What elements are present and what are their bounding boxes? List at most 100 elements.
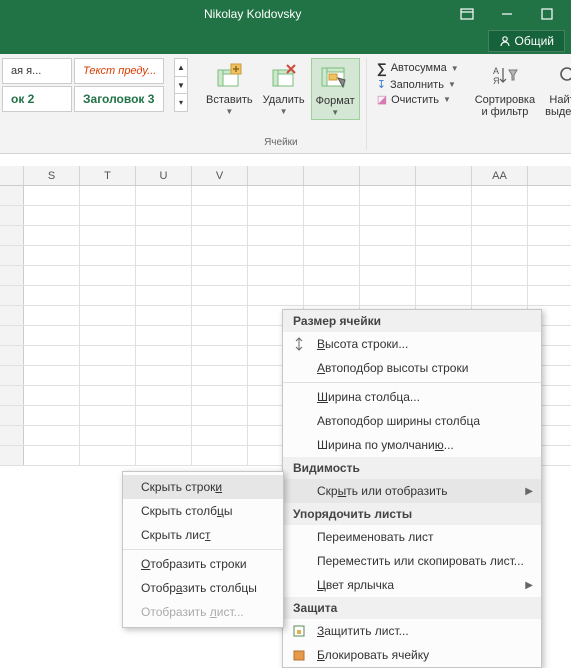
cell[interactable]	[192, 406, 248, 425]
gallery-scroll[interactable]: ▲ ▼ ▾	[174, 58, 188, 112]
cell[interactable]	[360, 206, 416, 225]
cell[interactable]	[248, 206, 304, 225]
share-button[interactable]: Общий	[488, 30, 566, 52]
cell[interactable]	[0, 306, 24, 325]
cell[interactable]	[136, 366, 192, 385]
cell[interactable]	[192, 446, 248, 465]
cell[interactable]	[80, 426, 136, 445]
cell[interactable]	[80, 366, 136, 385]
fill-button[interactable]: ↧ Заполнить ▼	[377, 78, 459, 91]
autofit-col-item[interactable]: Автоподбор ширины столбца	[283, 409, 541, 433]
col-header[interactable]: AA	[472, 166, 528, 185]
grid-row[interactable]	[0, 206, 571, 226]
unhide-cols-item[interactable]: Отобразить столбцы	[123, 576, 283, 600]
cell[interactable]	[304, 186, 360, 205]
cell[interactable]	[136, 446, 192, 465]
col-header[interactable]: V	[192, 166, 248, 185]
cell[interactable]	[304, 226, 360, 245]
cell[interactable]	[136, 386, 192, 405]
find-select-button[interactable]: Найти и выделить	[541, 58, 571, 120]
cell[interactable]	[24, 206, 80, 225]
cell[interactable]	[304, 266, 360, 285]
hide-unhide-item[interactable]: Скрыть или отобразить ▶	[283, 479, 541, 503]
cell[interactable]	[0, 226, 24, 245]
cell[interactable]	[248, 246, 304, 265]
cell[interactable]	[24, 286, 80, 305]
cell[interactable]	[24, 366, 80, 385]
cell[interactable]	[416, 286, 472, 305]
col-header[interactable]	[248, 166, 304, 185]
move-copy-sheet-item[interactable]: Переместить или скопировать лист...	[283, 549, 541, 573]
cell[interactable]	[360, 246, 416, 265]
cell[interactable]	[80, 266, 136, 285]
cell[interactable]	[136, 426, 192, 445]
cell[interactable]	[192, 346, 248, 365]
cell[interactable]	[0, 426, 24, 445]
style-item[interactable]: Текст преду...	[74, 58, 164, 84]
cell[interactable]	[136, 346, 192, 365]
cell[interactable]	[136, 246, 192, 265]
cell[interactable]	[80, 326, 136, 345]
cell[interactable]	[248, 186, 304, 205]
col-width-item[interactable]: Ширина столбца...	[283, 385, 541, 409]
grid-row[interactable]	[0, 246, 571, 266]
cell[interactable]	[24, 426, 80, 445]
cell[interactable]	[24, 226, 80, 245]
cell[interactable]	[24, 186, 80, 205]
cell[interactable]	[80, 386, 136, 405]
autofit-row-item[interactable]: Автоподбор высоты строки	[283, 356, 541, 380]
col-header[interactable]	[416, 166, 472, 185]
cell[interactable]	[304, 246, 360, 265]
grid-row[interactable]	[0, 286, 571, 306]
col-header[interactable]: U	[136, 166, 192, 185]
grid-row[interactable]	[0, 226, 571, 246]
rename-sheet-item[interactable]: Переименовать лист	[283, 525, 541, 549]
cell[interactable]	[360, 286, 416, 305]
cell[interactable]	[136, 286, 192, 305]
cell[interactable]	[136, 306, 192, 325]
cell[interactable]	[248, 286, 304, 305]
style-item[interactable]: ая я...	[2, 58, 72, 84]
cell[interactable]	[80, 286, 136, 305]
row-height-item[interactable]: Высота строки...	[283, 332, 541, 356]
col-header[interactable]: S	[24, 166, 80, 185]
cell[interactable]	[0, 286, 24, 305]
cell[interactable]	[0, 446, 24, 465]
hide-cols-item[interactable]: Скрыть столбцы	[123, 499, 283, 523]
cell[interactable]	[192, 186, 248, 205]
cell[interactable]	[0, 246, 24, 265]
cell[interactable]	[0, 266, 24, 285]
cell[interactable]	[360, 186, 416, 205]
cell[interactable]	[304, 286, 360, 305]
cell[interactable]	[192, 366, 248, 385]
cell[interactable]	[136, 266, 192, 285]
cell[interactable]	[0, 346, 24, 365]
cell[interactable]	[136, 206, 192, 225]
col-header[interactable]	[304, 166, 360, 185]
gallery-up-icon[interactable]: ▲	[175, 59, 187, 77]
cell[interactable]	[192, 266, 248, 285]
protect-sheet-item[interactable]: Защитить лист...	[283, 619, 541, 643]
delete-button[interactable]: Удалить ▼	[259, 58, 309, 120]
cell[interactable]	[24, 246, 80, 265]
clear-button[interactable]: ◪ Очистить ▼	[377, 93, 459, 106]
cell[interactable]	[0, 326, 24, 345]
cell[interactable]	[192, 426, 248, 445]
cell[interactable]	[248, 266, 304, 285]
cell[interactable]	[0, 366, 24, 385]
cell[interactable]	[192, 306, 248, 325]
style-item[interactable]: ок 2	[2, 86, 72, 112]
cell[interactable]	[24, 306, 80, 325]
cell[interactable]	[472, 186, 528, 205]
cell[interactable]	[80, 306, 136, 325]
cell[interactable]	[136, 406, 192, 425]
grid-row[interactable]	[0, 186, 571, 206]
cell[interactable]	[136, 326, 192, 345]
cell[interactable]	[80, 406, 136, 425]
grid-row[interactable]	[0, 266, 571, 286]
cell[interactable]	[80, 346, 136, 365]
cell[interactable]	[80, 246, 136, 265]
ribbon-display-options[interactable]	[447, 0, 487, 28]
cell[interactable]	[80, 226, 136, 245]
cell[interactable]	[472, 266, 528, 285]
